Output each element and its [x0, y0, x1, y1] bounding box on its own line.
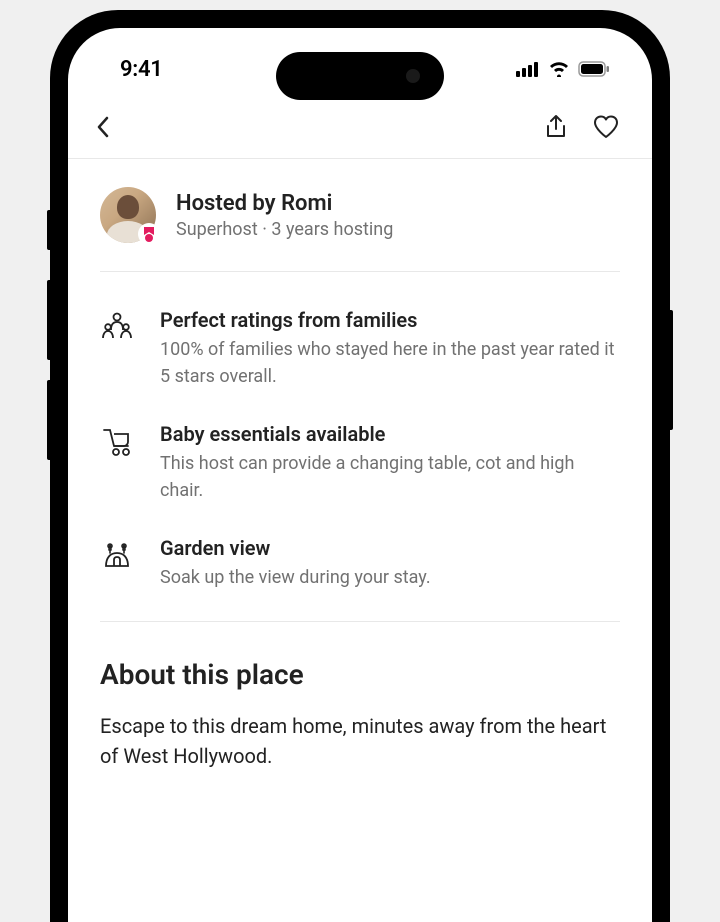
share-button[interactable]: [544, 114, 568, 140]
phone-button: [47, 380, 52, 460]
host-avatar: [100, 187, 156, 243]
host-meta: Superhost · 3 years hosting: [176, 219, 393, 240]
feature-title: Baby essentials available: [160, 422, 620, 446]
feature-description: This host can provide a changing table, …: [160, 450, 620, 504]
chevron-left-icon: [96, 116, 110, 138]
feature-item: Perfect ratings from families 100% of fa…: [100, 308, 620, 390]
feature-title: Perfect ratings from families: [160, 308, 620, 332]
superhost-badge-icon: [138, 223, 160, 245]
stroller-icon: [100, 422, 136, 504]
host-title: Hosted by Romi: [176, 191, 393, 216]
features-list: Perfect ratings from families 100% of fa…: [100, 272, 620, 622]
phone-button: [47, 280, 52, 360]
feature-item: Garden view Soak up the view during your…: [100, 536, 620, 591]
feature-title: Garden view: [160, 536, 431, 560]
about-heading: About this place: [100, 658, 620, 691]
save-button[interactable]: [592, 114, 620, 140]
phone-button: [47, 210, 52, 250]
status-time: 9:41: [120, 57, 163, 82]
content-area: Hosted by Romi Superhost · 3 years hosti…: [68, 159, 652, 807]
status-icons: [516, 61, 610, 77]
wifi-icon: [548, 61, 570, 77]
feature-description: Soak up the view during your stay.: [160, 564, 431, 591]
phone-notch: [276, 52, 444, 100]
family-icon: [100, 308, 136, 390]
host-section[interactable]: Hosted by Romi Superhost · 3 years hosti…: [100, 159, 620, 272]
feature-description: 100% of families who stayed here in the …: [160, 336, 620, 390]
phone-frame: 9:41: [50, 10, 670, 922]
about-body: Escape to this dream home, minutes away …: [100, 711, 620, 771]
share-icon: [544, 114, 568, 140]
battery-icon: [578, 61, 610, 77]
feature-item: Baby essentials available This host can …: [100, 422, 620, 504]
heart-icon: [592, 114, 620, 140]
host-info: Hosted by Romi Superhost · 3 years hosti…: [176, 191, 393, 240]
garden-icon: [100, 536, 136, 591]
nav-bar: [68, 96, 652, 159]
about-section: About this place Escape to this dream ho…: [100, 622, 620, 807]
phone-button: [668, 310, 673, 430]
cellular-icon: [516, 61, 540, 77]
back-button[interactable]: [96, 116, 110, 138]
phone-screen: 9:41: [68, 28, 652, 922]
